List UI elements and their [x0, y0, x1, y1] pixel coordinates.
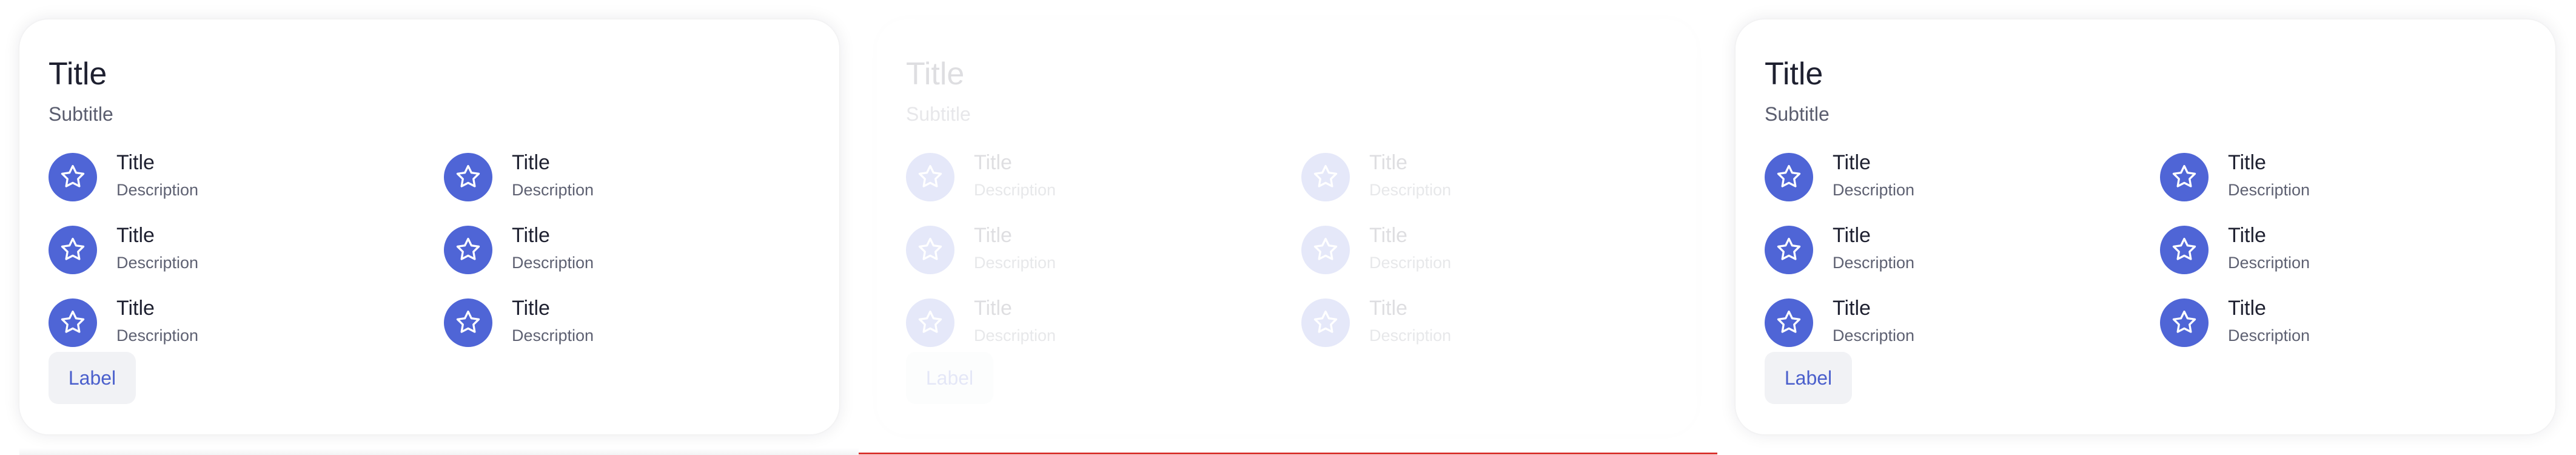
list-item: Title Description: [906, 294, 1270, 352]
item-description: Description: [2228, 326, 2310, 345]
item-description: Description: [2228, 254, 2310, 272]
item-description: Description: [1833, 326, 1915, 345]
item-description: Description: [974, 254, 1056, 272]
item-title: Title: [974, 151, 1012, 174]
list-item: Title Description: [906, 148, 1270, 206]
item-description: Description: [1833, 254, 1915, 272]
label-button[interactable]: Label: [906, 352, 993, 404]
star-icon: [2160, 298, 2209, 347]
list-item: Title Description: [1765, 294, 2128, 352]
item-title: Title: [2228, 297, 2266, 320]
list-item: Title Description: [906, 221, 1270, 279]
star-icon: [49, 153, 97, 201]
star-icon: [906, 153, 954, 201]
item-description: Description: [512, 181, 594, 199]
list-item: Title Description: [444, 221, 808, 279]
list-item: Title Description: [1301, 148, 1665, 206]
star-icon: [49, 298, 97, 347]
list-item: Title Description: [2160, 294, 2524, 352]
star-icon: [1301, 153, 1350, 201]
item-title: Title: [512, 297, 550, 320]
star-icon: [2160, 153, 2209, 201]
star-icon: [1301, 298, 1350, 347]
star-icon: [906, 298, 954, 347]
card-subtitle: Subtitle: [1765, 103, 1830, 125]
card: Title Subtitle Title Description Title D…: [19, 19, 839, 434]
card-title: Title: [49, 56, 107, 92]
label-button[interactable]: Label: [49, 352, 136, 404]
card: Title Subtitle Title Description Title D…: [877, 19, 1697, 434]
list-item: Title Description: [1765, 148, 2128, 206]
item-description: Description: [1369, 254, 1452, 272]
item-title: Title: [974, 297, 1012, 320]
star-icon: [444, 226, 492, 274]
item-title: Title: [1833, 297, 1871, 320]
list-item: Title Description: [49, 294, 412, 352]
star-icon: [444, 153, 492, 201]
item-title: Title: [1833, 151, 1871, 174]
item-title: Title: [2228, 151, 2266, 174]
item-description: Description: [2228, 181, 2310, 199]
item-title: Title: [116, 224, 155, 247]
list-item: Title Description: [2160, 148, 2524, 206]
item-description: Description: [512, 254, 594, 272]
item-title: Title: [974, 224, 1012, 247]
star-icon: [2160, 226, 2209, 274]
list-item: Title Description: [1301, 294, 1665, 352]
label-button[interactable]: Label: [1765, 352, 1852, 404]
item-description: Description: [1369, 326, 1452, 345]
list-item: Title Description: [1765, 221, 2128, 279]
item-description: Description: [116, 326, 199, 345]
list-item: Title Description: [444, 148, 808, 206]
list-item: Title Description: [444, 294, 808, 352]
item-title: Title: [116, 151, 155, 174]
star-icon: [444, 298, 492, 347]
item-description: Description: [116, 181, 199, 199]
item-description: Description: [974, 326, 1056, 345]
card-title: Title: [906, 56, 965, 92]
item-description: Description: [1833, 181, 1915, 199]
card-subtitle: Subtitle: [906, 103, 971, 125]
item-description: Description: [1369, 181, 1452, 199]
list-item: Title Description: [1301, 221, 1665, 279]
star-icon: [906, 226, 954, 274]
star-icon: [1765, 226, 1813, 274]
item-title: Title: [116, 297, 155, 320]
list-item: Title Description: [2160, 221, 2524, 279]
item-title: Title: [2228, 224, 2266, 247]
card-title: Title: [1765, 56, 1823, 92]
item-description: Description: [974, 181, 1056, 199]
item-title: Title: [512, 151, 550, 174]
star-icon: [1765, 298, 1813, 347]
item-title: Title: [512, 224, 550, 247]
list-item: Title Description: [49, 221, 412, 279]
item-description: Description: [512, 326, 594, 345]
item-description: Description: [116, 254, 199, 272]
star-icon: [49, 226, 97, 274]
item-title: Title: [1833, 224, 1871, 247]
list-item: Title Description: [49, 148, 412, 206]
item-title: Title: [1369, 224, 1407, 247]
item-title: Title: [1369, 297, 1407, 320]
star-icon: [1301, 226, 1350, 274]
card: Title Subtitle Title Description Title D…: [1736, 19, 2555, 434]
card-subtitle: Subtitle: [49, 103, 113, 125]
selection-indicator: [859, 453, 1717, 454]
item-title: Title: [1369, 151, 1407, 174]
star-icon: [1765, 153, 1813, 201]
bottom-divider-shadow: [19, 448, 859, 455]
